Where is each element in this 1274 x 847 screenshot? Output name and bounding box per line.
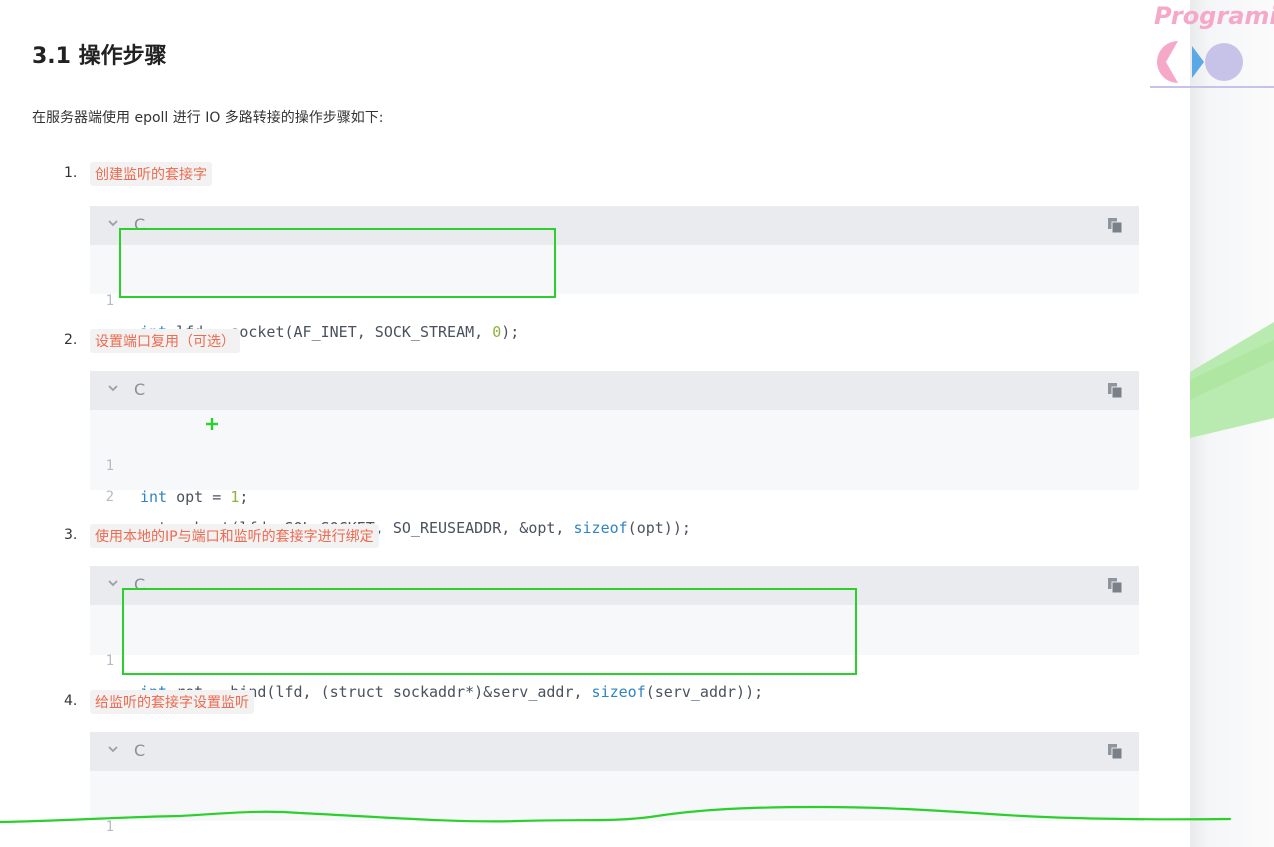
annotation-box: [122, 588, 857, 675]
step-label: 创建监听的套接字: [90, 162, 212, 186]
code-token: 1: [230, 488, 240, 506]
logo-mark-icon: [1150, 41, 1274, 88]
step-label: 给监听的套接字设置监听: [90, 690, 254, 714]
code-line: 2 setsockopt(lfd, SOL_SOCKET, SO_REUSEAD…: [90, 451, 1139, 537]
code-token: sizeof: [591, 683, 646, 701]
code-token: 0: [492, 323, 502, 341]
code-token: );: [501, 323, 520, 341]
line-number: 1: [105, 293, 114, 309]
code-language: C: [134, 380, 146, 399]
code-language: C: [134, 741, 146, 760]
copy-icon[interactable]: [1107, 382, 1123, 399]
line-number: 2: [105, 489, 114, 505]
copy-icon[interactable]: [1107, 217, 1123, 234]
article-content: 3.1 操作步骤 在服务器端使用 epoll 进行 IO 多路转接的操作步骤如下…: [0, 0, 1190, 847]
code-header: C: [90, 371, 1139, 410]
code-header: C: [90, 732, 1139, 771]
code-body: 1 int opt = 1; 2 setsockopt(lfd, SOL_SOC…: [90, 410, 1139, 537]
code-token: (serv_addr));: [645, 683, 764, 701]
step-label: 使用本地的IP与端口和监听的套接字进行绑定: [90, 524, 379, 548]
page: 3.1 操作步骤 在服务器端使用 epoll 进行 IO 多路转接的操作步骤如下…: [0, 0, 1274, 847]
intro-text: 在服务器端使用 epoll 进行 IO 多路转接的操作步骤如下:: [32, 110, 384, 126]
code-token: ;: [239, 488, 249, 506]
annotation-plus-icon: [206, 418, 218, 430]
chevron-down-icon[interactable]: [106, 216, 120, 230]
line-number: 1: [105, 653, 114, 669]
annotation-box: [119, 228, 556, 298]
copy-icon[interactable]: [1107, 577, 1123, 594]
code-line: 1 int opt = 1;: [90, 420, 1139, 506]
chevron-down-icon[interactable]: [106, 742, 120, 756]
step-number: 3.: [64, 527, 78, 543]
step-label: 设置端口复用（可选）: [90, 329, 240, 353]
code-token: sizeof: [573, 519, 628, 537]
step-number: 1.: [64, 165, 78, 181]
annotation-underline: [0, 805, 1232, 824]
section-title: 3.1 操作步骤: [32, 44, 167, 69]
code-block: C 1 int opt = 1; 2 setsockopt(lfd, SOL_S…: [90, 371, 1139, 537]
logo-text: Programi: [1154, 2, 1274, 30]
chevron-down-icon[interactable]: [106, 576, 120, 590]
chevron-down-icon[interactable]: [106, 381, 120, 395]
decorative-wedge: [1190, 322, 1274, 438]
code-text: listen(lfd, 128);: [140, 843, 294, 847]
copy-icon[interactable]: [1107, 743, 1123, 760]
step-number: 2.: [64, 332, 78, 348]
step-number: 4.: [64, 693, 78, 709]
site-logo[interactable]: Programi: [1148, 0, 1274, 95]
code-token: (opt));: [627, 519, 691, 537]
